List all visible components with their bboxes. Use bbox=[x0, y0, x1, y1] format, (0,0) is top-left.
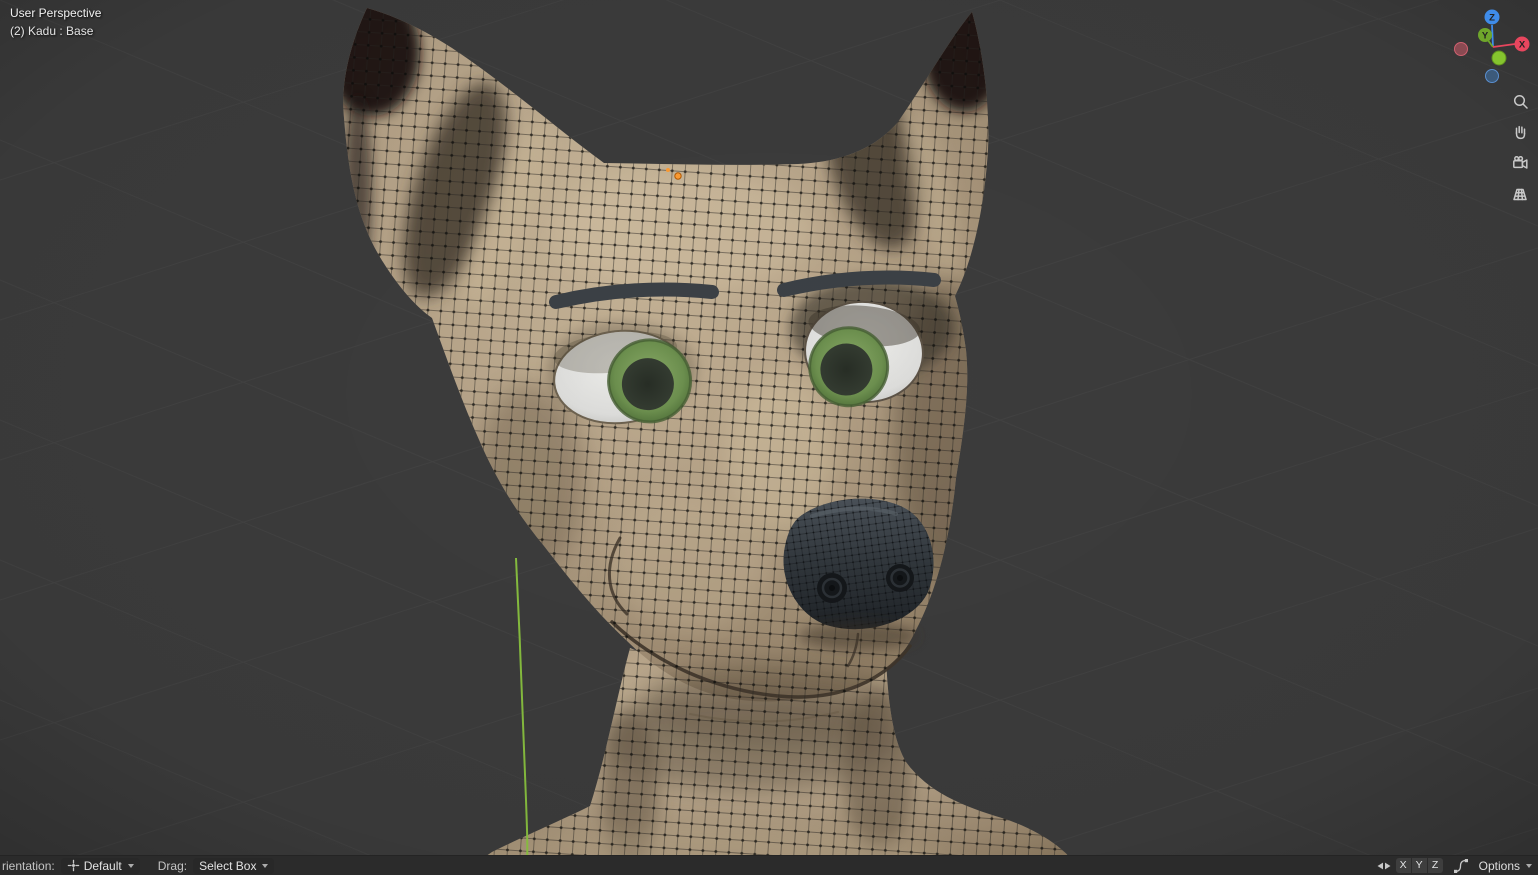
chevron-down-icon bbox=[127, 863, 134, 868]
orientation-axes-icon bbox=[67, 859, 79, 872]
footer-right-group: X Y Z Options bbox=[1374, 858, 1538, 874]
move-view-button[interactable] bbox=[1506, 119, 1534, 145]
axis-y-positive[interactable]: Y bbox=[1478, 28, 1492, 42]
axis-z-negative[interactable] bbox=[1485, 69, 1499, 83]
viewport-footer: rientation: Default Drag: Select Box X Y… bbox=[0, 855, 1538, 875]
falloff-button[interactable] bbox=[1451, 858, 1471, 874]
axis-x-negative[interactable] bbox=[1454, 42, 1468, 56]
origin-point[interactable] bbox=[674, 172, 682, 180]
drag-label: Drag: bbox=[157, 858, 188, 873]
chevron-down-icon bbox=[1526, 863, 1532, 868]
right-nostril bbox=[886, 564, 914, 592]
navigation-gizmo[interactable]: Z Y X bbox=[1444, 2, 1536, 88]
zoom-button[interactable] bbox=[1506, 88, 1534, 114]
axis-z-label: Z bbox=[1489, 13, 1495, 24]
mirror-y-toggle[interactable]: Y bbox=[1411, 858, 1427, 873]
options-label: Options bbox=[1478, 858, 1520, 873]
axis-z-positive[interactable]: Z bbox=[1484, 9, 1500, 25]
mirror-button[interactable] bbox=[1374, 858, 1394, 874]
viewport-tool-column bbox=[1506, 88, 1534, 207]
mirror-axis-toggles: X Y Z bbox=[1395, 858, 1443, 873]
orthographic-toggle-button[interactable] bbox=[1506, 181, 1534, 207]
camera-view-button[interactable] bbox=[1506, 150, 1534, 176]
orthographic-grid-icon bbox=[1512, 188, 1527, 200]
camera-icon bbox=[1512, 155, 1528, 169]
hand-icon bbox=[1515, 125, 1525, 139]
axis-x-positive[interactable]: X bbox=[1514, 36, 1530, 52]
mirror-z-toggle[interactable]: Z bbox=[1427, 858, 1443, 873]
axis-y-negative[interactable] bbox=[1491, 50, 1507, 66]
chevron-down-icon bbox=[262, 863, 269, 868]
mirror-x-toggle[interactable]: X bbox=[1395, 858, 1411, 873]
select-mode-value: Select Box bbox=[199, 858, 257, 873]
select-mode-dropdown[interactable]: Select Box bbox=[193, 857, 275, 874]
options-dropdown[interactable]: Options bbox=[1479, 859, 1532, 873]
selected-vertex[interactable] bbox=[666, 168, 670, 172]
left-nostril bbox=[817, 573, 847, 603]
falloff-icon bbox=[1453, 858, 1468, 873]
orientation-dropdown[interactable]: Default bbox=[60, 857, 140, 874]
viewport-3d[interactable] bbox=[0, 0, 1538, 875]
orientation-label: rientation: bbox=[2, 858, 55, 873]
mirror-icon bbox=[1377, 862, 1391, 869]
orientation-value: Default bbox=[83, 858, 122, 873]
axis-y-label: Y bbox=[1482, 31, 1489, 42]
zoom-icon bbox=[1513, 94, 1528, 109]
axis-x-label: X bbox=[1519, 40, 1526, 51]
